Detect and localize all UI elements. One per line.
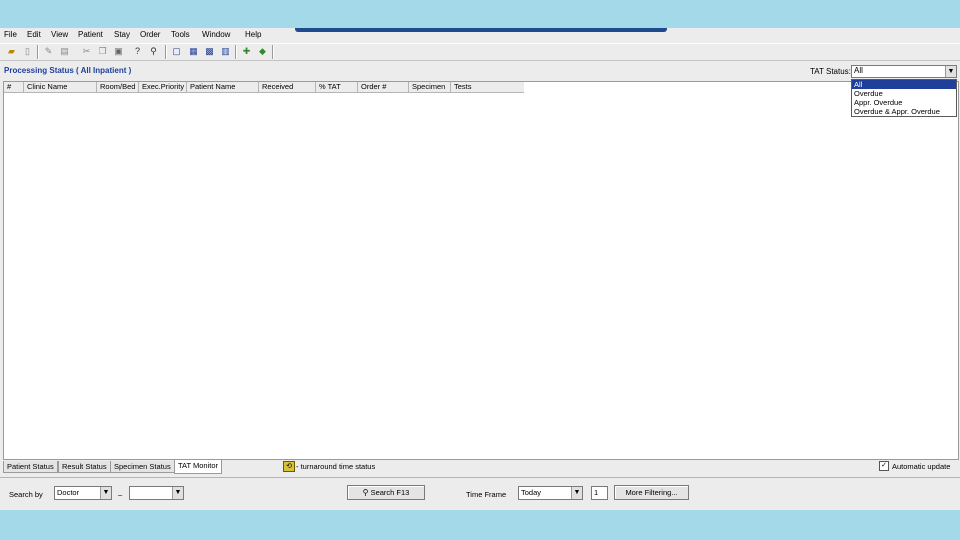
toolbar: ▰ ▯ ✎ ▤ ✂ ❐ ▣ ? ⚲ ▢ ▦ ▩ ▥ ✚ ◆: [0, 43, 960, 61]
dash-separator: –: [118, 490, 123, 499]
tab-tat-monitor[interactable]: TAT Monitor: [174, 459, 223, 474]
title-accent-bar: [295, 28, 667, 32]
tat-status-value: All: [854, 66, 863, 75]
count-field[interactable]: 1: [591, 486, 608, 500]
tat-option-overdue[interactable]: Overdue: [852, 89, 956, 98]
menu-window[interactable]: Window: [202, 30, 230, 39]
search-bar: Search by Doctor ▼ – ▼ ⚲ Search F13 Time…: [0, 477, 960, 508]
copy-icon[interactable]: ❐: [97, 46, 108, 57]
search-by-select[interactable]: Doctor ▼: [54, 486, 112, 500]
search-by-label: Search by: [9, 490, 43, 499]
folder-open-icon[interactable]: ▰: [6, 46, 17, 57]
print-icon[interactable]: ▤: [59, 46, 70, 57]
column-header[interactable]: Order #: [358, 82, 409, 92]
menu-file[interactable]: File: [4, 30, 17, 39]
find-icon[interactable]: ⚲: [148, 46, 159, 57]
document-icon[interactable]: ▯: [22, 46, 33, 57]
page-title: Processing Status ( All Inpatient ): [4, 66, 132, 75]
automatic-update-checkbox[interactable]: ✓: [879, 461, 889, 471]
column-header[interactable]: % TAT: [316, 82, 358, 92]
chevron-down-icon[interactable]: ▼: [571, 487, 582, 499]
chevron-down-icon[interactable]: ▼: [945, 66, 956, 77]
menu-tools[interactable]: Tools: [171, 30, 190, 39]
column-header[interactable]: Tests: [451, 82, 524, 92]
search-icon: ⚲: [362, 488, 369, 497]
menu-help[interactable]: Help: [245, 30, 261, 39]
search-button-label: Search F13: [370, 488, 410, 497]
column-header[interactable]: Exec.Priority: [139, 82, 187, 92]
tat-option-appr-overdue[interactable]: Appr. Overdue: [852, 98, 956, 107]
column-header-row: # Clinic Name Room/Bed Exec.Priority Pat…: [4, 82, 524, 93]
help-icon[interactable]: ?: [132, 46, 143, 57]
pill-icon[interactable]: ◆: [257, 46, 268, 57]
chevron-down-icon[interactable]: ▼: [100, 487, 111, 499]
menu-edit[interactable]: Edit: [27, 30, 41, 39]
tab-strip: Patient Status Result Status Specimen St…: [3, 459, 957, 474]
count-value: 1: [594, 488, 599, 497]
turnaround-label: - turnaround time status: [296, 462, 376, 471]
menu-order[interactable]: Order: [140, 30, 160, 39]
tab-specimen-status[interactable]: Specimen Status: [110, 461, 175, 473]
column-header[interactable]: Room/Bed: [97, 82, 139, 92]
menu-stay[interactable]: Stay: [114, 30, 130, 39]
column-header[interactable]: #: [4, 82, 24, 92]
search-value-select[interactable]: ▼: [129, 486, 184, 500]
chevron-down-icon[interactable]: ▼: [172, 487, 183, 499]
edit-icon[interactable]: ✎: [43, 46, 54, 57]
search-button[interactable]: ⚲ Search F13: [347, 485, 425, 500]
automatic-update-label: Automatic update: [892, 462, 951, 471]
tat-status-select[interactable]: All ▼: [851, 65, 957, 78]
window-icon[interactable]: ▦: [188, 46, 199, 57]
menu-patient[interactable]: Patient: [78, 30, 103, 39]
column-header[interactable]: Specimen: [409, 82, 451, 92]
tab-result-status[interactable]: Result Status: [58, 461, 111, 473]
menu-view[interactable]: View: [51, 30, 68, 39]
app-window: File Edit View Patient Stay Order Tools …: [0, 28, 960, 510]
tat-option-all[interactable]: All: [852, 80, 956, 89]
chart-icon[interactable]: ▥: [220, 46, 231, 57]
tab-patient-status[interactable]: Patient Status: [3, 461, 58, 473]
time-frame-value: Today: [521, 488, 542, 497]
paste-icon[interactable]: ▣: [113, 46, 124, 57]
tat-status-label: TAT Status:: [810, 67, 851, 76]
lab-icon[interactable]: ✚: [241, 46, 252, 57]
column-header[interactable]: Received: [259, 82, 316, 92]
time-frame-label: Time Frame: [466, 490, 507, 499]
cut-icon[interactable]: ✂: [81, 46, 92, 57]
column-header[interactable]: Patient Name: [187, 82, 259, 92]
time-frame-select[interactable]: Today ▼: [518, 486, 583, 500]
status-header: Processing Status ( All Inpatient ) TAT …: [0, 61, 960, 79]
search-by-value: Doctor: [57, 488, 80, 497]
tat-status-dropdown: All Overdue Appr. Overdue Overdue & Appr…: [851, 79, 957, 117]
more-filtering-button[interactable]: More Filtering...: [614, 485, 689, 500]
column-header[interactable]: Clinic Name: [24, 82, 97, 92]
status-grid: # Clinic Name Room/Bed Exec.Priority Pat…: [3, 81, 959, 460]
turnaround-icon: ⟲: [283, 461, 295, 472]
tat-option-overdue-and-appr[interactable]: Overdue & Appr. Overdue: [852, 107, 956, 116]
grid-icon[interactable]: ▩: [204, 46, 215, 57]
doc-new-icon[interactable]: ▢: [171, 46, 182, 57]
